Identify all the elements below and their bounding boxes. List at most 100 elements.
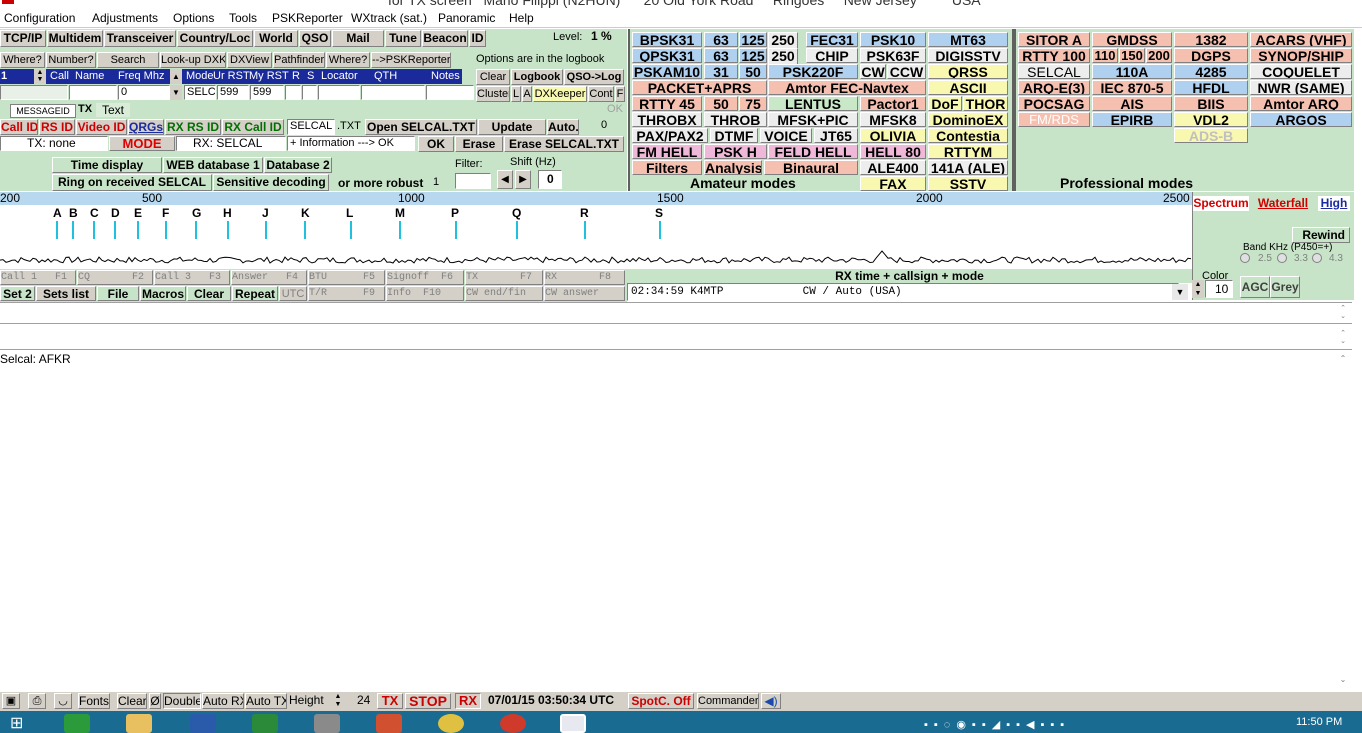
word-icon[interactable] [190, 714, 216, 733]
mode-qpsk250[interactable]: 250 [768, 48, 798, 65]
tab-messageid[interactable]: MESSAGEID [10, 104, 76, 118]
mode-qpsk31[interactable]: QPSK31 [632, 48, 702, 63]
menu-adjustments[interactable]: Adjustments [92, 11, 158, 25]
color-spinner[interactable]: ▲ ▼ [1192, 280, 1204, 298]
zero-button[interactable]: Ø [149, 693, 161, 709]
filter-input[interactable] [455, 173, 491, 189]
app-grid-icon[interactable] [314, 714, 340, 733]
mode-psk63f[interactable]: PSK63F [860, 48, 926, 63]
mode-jt65[interactable]: JT65 [814, 128, 858, 143]
height-spinner[interactable]: ▲ ▼ [330, 693, 346, 709]
calculator-icon[interactable] [64, 714, 90, 733]
file-button[interactable]: File [97, 286, 139, 301]
menu-tools[interactable]: Tools [229, 11, 257, 25]
grey-button[interactable]: Grey [1270, 276, 1300, 298]
where-button[interactable]: Where? [0, 52, 45, 68]
mode-pocsag[interactable]: POCSAG [1018, 96, 1090, 111]
rx-scroll-up[interactable]: ⌃ [1337, 354, 1349, 364]
menu-configuration[interactable]: Configuration [4, 11, 75, 25]
mode-dominoex[interactable]: DominoEX [928, 112, 1008, 127]
database2-button[interactable]: Database 2 [264, 157, 332, 173]
mode-141a-ale[interactable]: 141A (ALE) [928, 160, 1008, 175]
auto-button[interactable]: Auto. [547, 119, 579, 135]
mode-mt63[interactable]: MT63 [928, 32, 1008, 47]
shift-value[interactable]: 0 [538, 170, 562, 189]
id-button[interactable]: ID [469, 30, 486, 47]
mode-rttym[interactable]: RTTYM [928, 144, 1008, 159]
mode-button[interactable]: MODE [109, 136, 175, 151]
high-button[interactable]: High [1318, 196, 1350, 211]
mode-bpsk250[interactable]: 250 [768, 32, 798, 49]
mode-pactor1[interactable]: Pactor1 [860, 96, 926, 111]
tx-input-area[interactable] [0, 302, 1352, 324]
mode-olivia[interactable]: OLIVIA [860, 128, 926, 143]
macro-f10[interactable]: Info F10 [386, 286, 464, 301]
update-button[interactable]: Update [478, 119, 546, 135]
multidem-button[interactable]: Multidem [47, 30, 103, 47]
macro-f3[interactable]: Call 3 F3 [154, 270, 230, 285]
mode-voice[interactable]: VOICE [760, 128, 812, 143]
video-id-button[interactable]: Video ID [76, 119, 127, 135]
mode-cw[interactable]: CW [860, 64, 886, 79]
mode-amtor-fec[interactable]: Amtor FEC-Navtex [768, 80, 926, 95]
f-button[interactable]: F [615, 86, 625, 102]
qso-button[interactable]: QSO [299, 30, 331, 47]
mode-acars[interactable]: ACARS (VHF) [1250, 32, 1352, 47]
name-input[interactable] [69, 85, 117, 100]
menu-wxtrack[interactable]: WXtrack (sat.) [351, 11, 427, 25]
qth-input[interactable] [361, 85, 425, 100]
rs-id-button[interactable]: RS ID [39, 119, 75, 135]
rx-call-id-button[interactable]: RX Call ID [222, 119, 284, 135]
logbook-button[interactable]: Logbook [511, 69, 563, 85]
mode-arq-e3[interactable]: ARQ-E(3) [1018, 80, 1090, 95]
menu-pskreporter[interactable]: PSKReporter [272, 11, 343, 25]
mode-contestia[interactable]: Contestia [928, 128, 1008, 143]
mode-hfdl[interactable]: HFDL [1174, 80, 1248, 95]
rx-scroll-down[interactable]: ⌄ [1337, 675, 1349, 685]
mode-sstv[interactable]: SSTV [928, 176, 1008, 191]
mode-dgps[interactable]: DGPS [1174, 48, 1248, 63]
mode-fax[interactable]: FAX [860, 176, 926, 191]
mode-rtty200[interactable]: 200 [1146, 48, 1172, 63]
freq-up-arrow[interactable]: ▲ [170, 69, 182, 84]
rx-button[interactable]: RX [455, 693, 481, 709]
mode-rtty150[interactable]: 150 [1119, 48, 1145, 63]
selcal-file-input[interactable]: SELCAL [287, 119, 335, 135]
mode-synop-ship[interactable]: SYNOP/SHIP [1250, 48, 1352, 63]
mode-input[interactable]: SELC [184, 85, 216, 100]
mode-coquelet[interactable]: COQUELET [1250, 64, 1352, 79]
time-display-button[interactable]: Time display [52, 157, 162, 173]
mode-rtty75[interactable]: 75 [739, 96, 767, 111]
mode-rtty110[interactable]: 110 [1092, 48, 1118, 63]
menu-help[interactable]: Help [509, 11, 534, 25]
spectrum-display[interactable] [0, 205, 1192, 269]
save-icon[interactable]: ▣ [2, 693, 20, 709]
dxkeeper-button[interactable]: DXKeeper [533, 86, 587, 102]
tune-button[interactable]: Tune [385, 30, 421, 47]
mode-bpsk63[interactable]: 63 [704, 32, 738, 47]
mode-mfsk-pic[interactable]: MFSK+PIC [768, 112, 858, 127]
rx-log-dropdown[interactable]: ▼ [1172, 284, 1188, 300]
mode-mfsk8[interactable]: MFSK8 [860, 112, 926, 127]
mode-ads-b[interactable]: ADS-B [1174, 128, 1248, 143]
transceiver-button[interactable]: Transceiver [104, 30, 176, 47]
information-field[interactable]: + Information ---> OK [287, 136, 415, 151]
analysis-button[interactable]: Analysis [704, 160, 762, 175]
macro-f4[interactable]: Answer F4 [231, 270, 307, 285]
tab-text[interactable]: Text [96, 103, 130, 117]
mode-pskam50[interactable]: 50 [739, 64, 767, 79]
mode-1382[interactable]: 1382 [1174, 32, 1248, 47]
web-database-button[interactable]: WEB database 1 [163, 157, 263, 173]
tcpip-button[interactable]: TCP/IP [0, 30, 46, 47]
mode-4285[interactable]: 4285 [1174, 64, 1248, 79]
agc-button[interactable]: AGC [1240, 276, 1270, 298]
mode-bpsk31[interactable]: BPSK31 [632, 32, 702, 47]
fonts-button[interactable]: Fonts [78, 693, 110, 709]
commander-button[interactable]: Commander [697, 693, 759, 709]
mode-epirb[interactable]: EPIRB [1092, 112, 1172, 127]
mode-ascii[interactable]: ASCII [928, 80, 1008, 95]
tx2-scroll-arrows[interactable]: ⌃ ⌄ [1337, 330, 1349, 346]
cluster-button[interactable]: Cluster [476, 86, 510, 102]
clear-macros-button[interactable]: Clear [187, 286, 231, 301]
auto-rx-button[interactable]: Auto RX [202, 693, 244, 709]
